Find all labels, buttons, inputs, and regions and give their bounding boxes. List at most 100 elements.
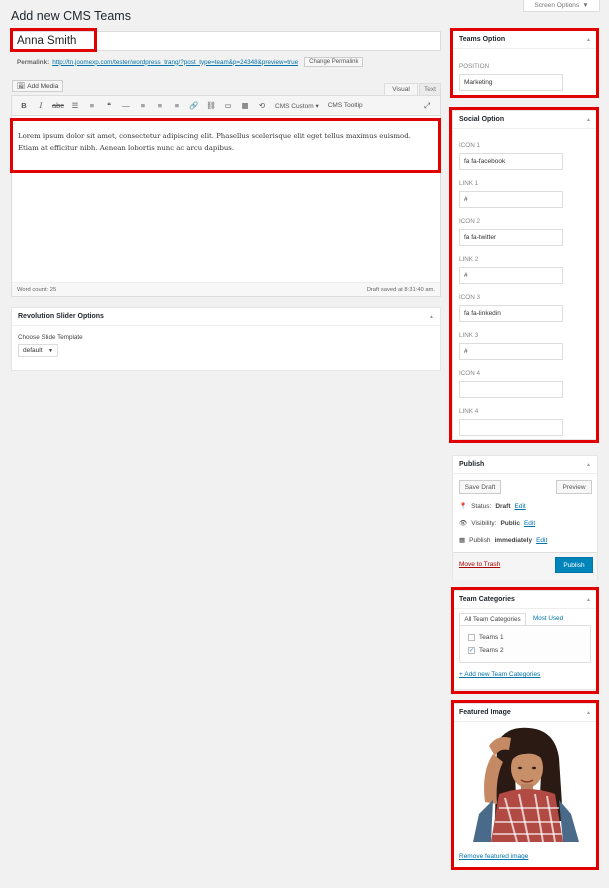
permalink-url[interactable]: http://tn.joomexp.com/tester/wordpress_t… xyxy=(52,59,298,66)
teams-option-box: Teams Option ▲ POSITION Marketing xyxy=(452,30,598,97)
checkbox[interactable] xyxy=(468,634,475,641)
link-1-input[interactable]: # xyxy=(459,191,563,208)
status-row: 📍 Status: Draft Edit xyxy=(459,502,526,511)
status-value: Draft xyxy=(495,502,511,510)
align-right-icon[interactable]: ≡ xyxy=(169,99,185,113)
slide-template-value: default xyxy=(23,347,43,354)
link-2-label: LINK 2 xyxy=(459,256,479,263)
social-option-box: Social Option ▲ ICON 1 fa fa-facebook LI… xyxy=(452,110,598,440)
editor-content[interactable]: Lorem ipsum dolor sit amet, consectetur … xyxy=(18,130,433,154)
icon-2-input[interactable]: fa fa-twitter xyxy=(459,229,563,246)
icon-1-label: ICON 1 xyxy=(459,142,480,149)
read-more-icon[interactable]: ▭ xyxy=(220,99,236,113)
category-item[interactable]: Teams 1 xyxy=(468,634,504,641)
screen-options-button[interactable]: Screen Options ▼ xyxy=(523,0,600,12)
publish-button[interactable]: Publish xyxy=(555,557,593,573)
italic-icon[interactable]: I xyxy=(33,99,49,113)
featured-image-title: Featured Image xyxy=(459,709,511,716)
icon-4-label: ICON 4 xyxy=(459,370,480,377)
numbered-list-icon[interactable]: ≡ xyxy=(84,99,100,113)
caret-up-icon: ▲ xyxy=(586,461,591,468)
status-label: Status: xyxy=(471,502,492,510)
unlink-icon[interactable]: ⛓ xyxy=(203,99,219,113)
category-item[interactable]: ✓ Teams 2 xyxy=(468,647,504,654)
team-categories-header[interactable]: Team Categories ▲ xyxy=(453,591,597,609)
publish-time-edit-link[interactable]: Edit xyxy=(536,537,547,544)
word-count: Word count: 25 xyxy=(17,286,57,293)
preview-button[interactable]: Preview xyxy=(556,480,592,494)
caret-up-icon: ▲ xyxy=(429,313,434,320)
position-label: POSITION xyxy=(459,63,490,70)
link-3-input[interactable]: # xyxy=(459,343,563,360)
table-icon[interactable]: ▦ xyxy=(237,99,253,113)
cms-custom-label: CMS Custom xyxy=(275,102,314,110)
publish-box: Publish ▲ Save Draft Preview 📍 Status: D… xyxy=(452,455,598,580)
publish-actions: Move to Trash Publish xyxy=(453,552,597,580)
tab-visual[interactable]: Visual xyxy=(384,83,418,95)
page-title: Add new CMS Teams xyxy=(11,9,131,23)
status-edit-link[interactable]: Edit xyxy=(515,503,526,510)
link-2-input[interactable]: # xyxy=(459,267,563,284)
caret-up-icon: ▲ xyxy=(586,36,591,43)
eye-icon: 👁 xyxy=(459,520,468,527)
bold-icon[interactable]: B xyxy=(16,99,32,113)
featured-image-header[interactable]: Featured Image ▲ xyxy=(453,704,597,722)
position-input[interactable]: Marketing xyxy=(459,74,563,91)
slide-template-select[interactable]: default ▼ xyxy=(18,344,58,357)
blockquote-icon[interactable]: ❝ xyxy=(101,99,117,113)
tab-text[interactable]: Text xyxy=(419,83,441,95)
align-center-icon[interactable]: ≡ xyxy=(152,99,168,113)
pin-icon: 📍 xyxy=(459,503,468,510)
align-left-icon[interactable]: ≡ xyxy=(135,99,151,113)
revolution-slider-box: Revolution Slider Options ▲ Choose Slide… xyxy=(11,307,441,371)
icon-4-input[interactable] xyxy=(459,381,563,398)
remove-featured-image-link[interactable]: Remove featured image xyxy=(459,853,528,860)
horizontal-line-icon[interactable]: — xyxy=(118,99,134,113)
triangle-down-icon: ▼ xyxy=(582,2,589,9)
social-option-title: Social Option xyxy=(459,116,505,123)
shortcode-icon[interactable]: ⟲ xyxy=(254,99,270,113)
fullscreen-icon[interactable]: ⤢ xyxy=(419,99,435,113)
strikethrough-icon[interactable]: abc xyxy=(50,99,66,113)
content-editor: B I abc ☰ ≡ ❝ — ≡ ≡ ≡ 🔗 ⛓ ▭ ▦ ⟲ CMS Cust… xyxy=(11,95,441,297)
icon-1-input[interactable]: fa fa-facebook xyxy=(459,153,563,170)
cms-custom-dropdown[interactable]: CMS Custom ▾ xyxy=(271,102,323,110)
visibility-row: 👁 Visibility: Public Edit xyxy=(459,519,535,528)
save-draft-button[interactable]: Save Draft xyxy=(459,480,501,494)
featured-image-photo[interactable] xyxy=(459,724,591,842)
change-permalink-button[interactable]: Change Permalink xyxy=(304,57,364,67)
icon-3-input[interactable]: fa fa-linkedin xyxy=(459,305,563,322)
add-new-category-link[interactable]: + Add new Team Categories xyxy=(459,671,540,678)
cms-tooltip-button[interactable]: CMS Tooltip xyxy=(324,102,367,109)
link-icon[interactable]: 🔗 xyxy=(186,99,202,113)
editor-status-bar: Word count: 25 Draft saved at 8:31:40 am… xyxy=(12,282,440,296)
move-to-trash-link[interactable]: Move to Trash xyxy=(459,561,500,568)
add-media-button[interactable]: 🖼 Add Media xyxy=(12,80,64,92)
link-4-input[interactable] xyxy=(459,419,563,436)
calendar-icon: ▦ xyxy=(459,537,466,544)
team-categories-box: Team Categories ▲ All Team Categories Mo… xyxy=(452,590,598,690)
revolution-slider-header[interactable]: Revolution Slider Options ▲ xyxy=(12,308,440,326)
draft-saved-status: Draft saved at 8:31:40 am. xyxy=(366,286,435,293)
icon-2-label: ICON 2 xyxy=(459,218,480,225)
link-3-label: LINK 3 xyxy=(459,332,479,339)
visibility-value: Public xyxy=(500,519,520,527)
caret-up-icon: ▲ xyxy=(586,596,591,603)
visibility-edit-link[interactable]: Edit xyxy=(524,520,535,527)
checkbox-checked[interactable]: ✓ xyxy=(468,647,475,654)
publish-header[interactable]: Publish ▲ xyxy=(453,456,597,474)
post-title-input[interactable]: Anna Smith xyxy=(11,31,441,51)
tab-most-used[interactable]: Most Used xyxy=(533,615,563,622)
caret-up-icon: ▲ xyxy=(586,709,591,716)
editor-toolbar: B I abc ☰ ≡ ❝ — ≡ ≡ ≡ 🔗 ⛓ ▭ ▦ ⟲ CMS Cust… xyxy=(12,96,440,116)
caret-up-icon: ▲ xyxy=(586,116,591,123)
tab-all-categories[interactable]: All Team Categories xyxy=(459,613,526,625)
bullet-list-icon[interactable]: ☰ xyxy=(67,99,83,113)
visibility-label: Visibility: xyxy=(471,519,497,527)
social-option-header[interactable]: Social Option ▲ xyxy=(453,111,597,129)
teams-option-header[interactable]: Teams Option ▲ xyxy=(453,31,597,49)
icon-3-label: ICON 3 xyxy=(459,294,480,301)
media-icon: 🖼 xyxy=(17,83,26,90)
select-arrow-icon: ▼ xyxy=(48,347,53,354)
publish-time-value: immediately xyxy=(494,536,533,544)
